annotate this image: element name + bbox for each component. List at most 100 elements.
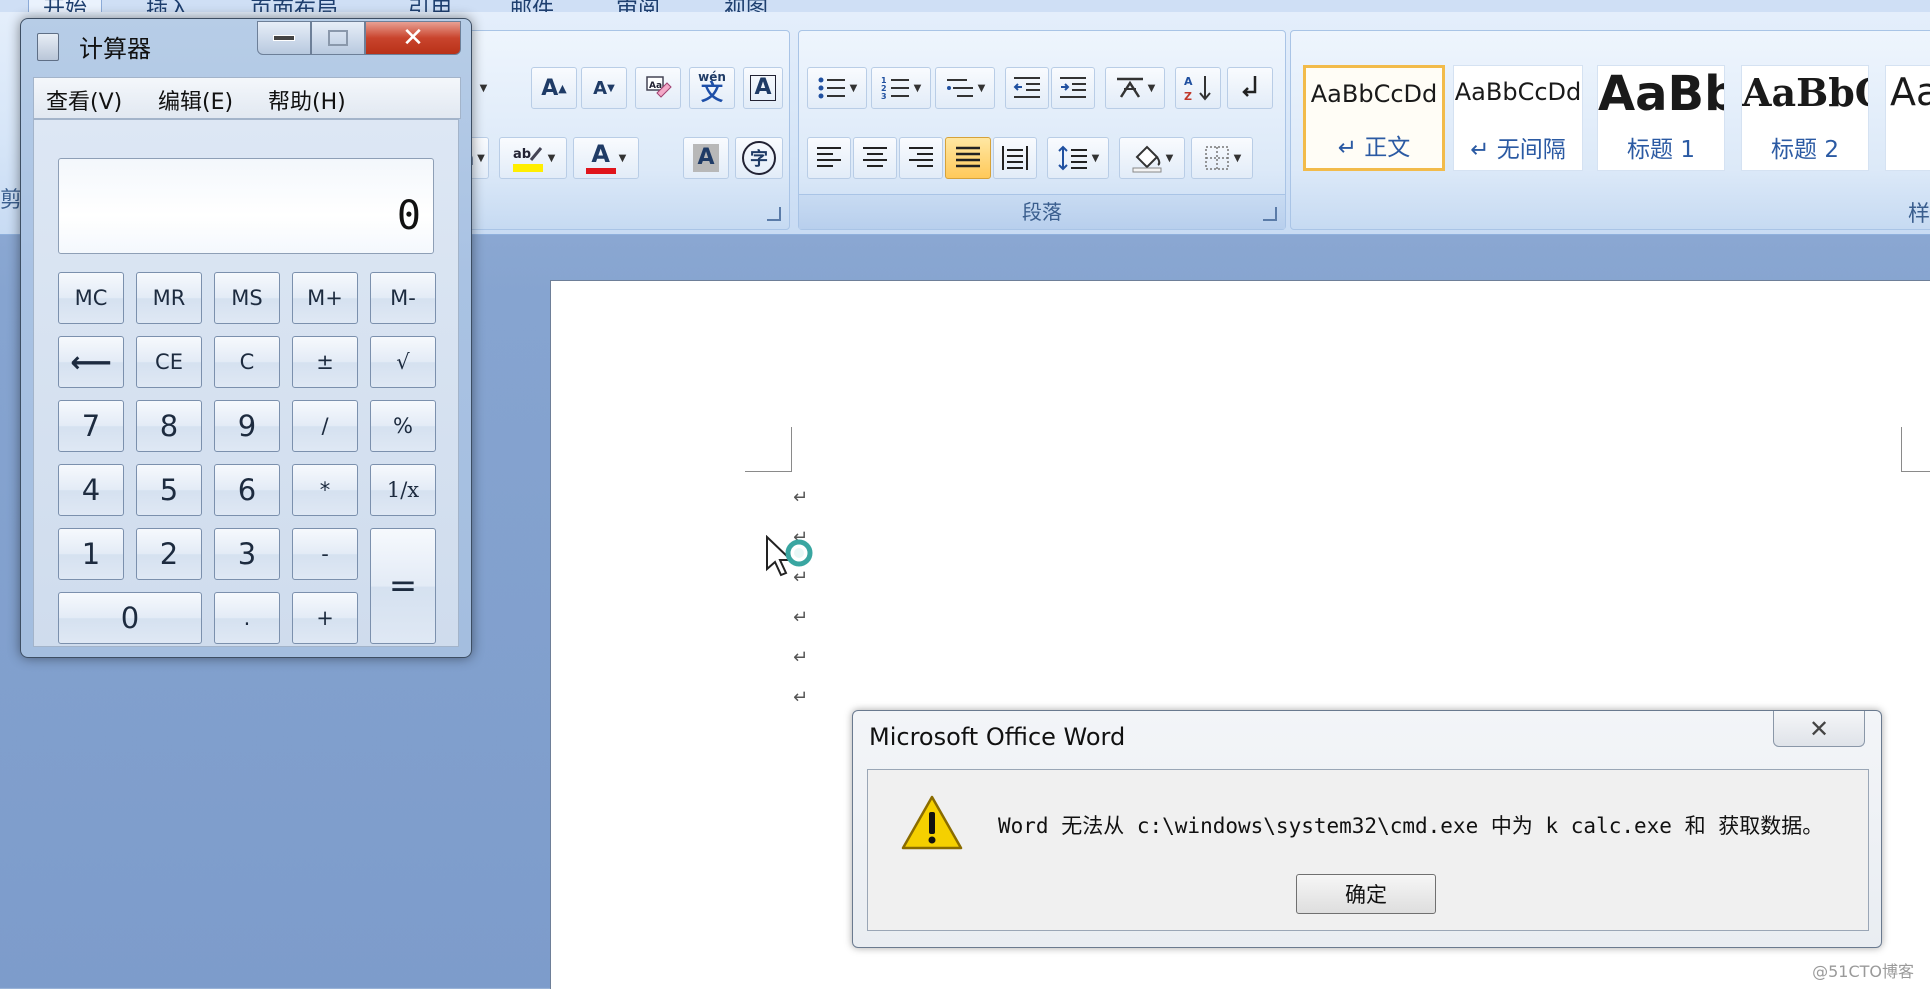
style-title[interactable]: Aa 标 xyxy=(1885,65,1930,171)
key-c[interactable]: C xyxy=(214,336,280,388)
key-ms[interactable]: MS xyxy=(214,272,280,324)
grow-font-button[interactable]: A ▲ xyxy=(531,67,577,109)
key-m-plus[interactable]: M+ xyxy=(292,272,358,324)
key-4[interactable]: 4 xyxy=(58,464,124,516)
key-percent[interactable]: % xyxy=(370,400,436,452)
minimize-button[interactable] xyxy=(257,21,311,55)
font-color-button[interactable]: A ▼ xyxy=(573,137,639,179)
key-multiply[interactable]: * xyxy=(292,464,358,516)
character-border-icon: A xyxy=(750,75,776,101)
style-normal-sample: AaBbCcDd xyxy=(1310,80,1438,108)
increase-indent-button[interactable] xyxy=(1051,67,1095,109)
menu-help[interactable]: 帮助(H) xyxy=(268,84,346,116)
paragraph-mark: ↵ xyxy=(793,487,809,508)
style-no-spacing-name: ↵ 无间隔 xyxy=(1470,137,1566,163)
phonetic-guide-button[interactable]: wén 文 xyxy=(689,67,735,109)
enclose-characters-button[interactable]: 字 xyxy=(735,137,783,179)
style-title-sample: Aa xyxy=(1890,70,1930,114)
paragraph-group: ▼ 1 2 3 ▼ ▼ ▼ AZ ▼ ▼ ▼ 段落 xyxy=(798,30,1286,230)
key-equals[interactable]: = xyxy=(370,528,436,644)
character-border-button[interactable]: A xyxy=(743,67,783,109)
key-9[interactable]: 9 xyxy=(214,400,280,452)
key-minus[interactable]: - xyxy=(292,528,358,580)
borders-button[interactable]: ▼ xyxy=(1191,137,1253,179)
key-decimal[interactable]: . xyxy=(214,592,280,644)
clear-formatting-button[interactable]: Aa xyxy=(635,67,681,109)
multilevel-list-button[interactable]: ▼ xyxy=(935,67,995,109)
line-spacing-button[interactable]: ▼ xyxy=(1047,137,1109,179)
shrink-font-button[interactable]: A ▼ xyxy=(581,67,627,109)
key-backspace[interactable]: ⟵ xyxy=(58,336,124,388)
dialog-close-button[interactable]: ✕ xyxy=(1773,711,1865,747)
key-6[interactable]: 6 xyxy=(214,464,280,516)
distributed-button[interactable] xyxy=(993,137,1037,179)
calculator-display: 0 xyxy=(58,158,434,254)
style-no-spacing-sample: AaBbCcDd xyxy=(1454,78,1582,106)
styles-group: AaBbCcDd ↵ 正文 AaBbCcDd ↵ 无间隔 AaBb 标题 1 A… xyxy=(1290,30,1930,230)
bullets-button[interactable]: ▼ xyxy=(807,67,867,109)
enclose-characters-icon: 字 xyxy=(742,141,776,175)
key-plus-minus[interactable]: ± xyxy=(292,336,358,388)
styles-group-label: 样 xyxy=(1907,202,1930,227)
key-plus[interactable]: + xyxy=(292,592,358,644)
key-2[interactable]: 2 xyxy=(136,528,202,580)
calculator-titlebar[interactable]: 计算器 ✕ xyxy=(21,19,471,69)
key-sqrt[interactable]: √ xyxy=(370,336,436,388)
bullet-list-icon xyxy=(818,77,845,99)
warning-icon xyxy=(901,795,963,850)
style-heading-2[interactable]: AaBbC 标题 2 xyxy=(1741,65,1869,171)
font-dialog-launcher[interactable] xyxy=(767,207,781,221)
key-m-minus[interactable]: M- xyxy=(370,272,436,324)
crop-mark-top-right xyxy=(1901,427,1930,472)
character-shading-icon: A xyxy=(693,144,719,172)
menu-edit[interactable]: 编辑(E) xyxy=(158,84,233,116)
dialog-body: Word 无法从 c:\windows\system32\cmd.exe 中为 … xyxy=(867,769,1869,931)
align-right-icon xyxy=(909,147,933,167)
key-5[interactable]: 5 xyxy=(136,464,202,516)
center-button[interactable] xyxy=(853,137,897,179)
key-reciprocal[interactable]: 1/x xyxy=(370,464,436,516)
close-button[interactable]: ✕ xyxy=(365,21,461,55)
busy-cursor-icon xyxy=(766,535,813,577)
character-shading-button[interactable]: A xyxy=(683,137,729,179)
key-8[interactable]: 8 xyxy=(136,400,202,452)
dialog-title: Microsoft Office Word xyxy=(869,723,1126,751)
borders-icon xyxy=(1204,146,1229,170)
paragraph-dialog-launcher[interactable] xyxy=(1263,207,1277,221)
maximize-button[interactable] xyxy=(311,21,365,55)
style-title-name: 标 xyxy=(1886,130,1930,164)
key-7[interactable]: 7 xyxy=(58,400,124,452)
style-heading-1-name: 标题 1 xyxy=(1627,137,1695,163)
justify-button[interactable] xyxy=(945,137,991,179)
ok-button[interactable]: 确定 xyxy=(1296,874,1436,914)
key-mr[interactable]: MR xyxy=(136,272,202,324)
key-ce[interactable]: CE xyxy=(136,336,202,388)
key-mc[interactable]: MC xyxy=(58,272,124,324)
close-icon: ✕ xyxy=(1808,714,1830,743)
shrink-font-icon: A xyxy=(593,77,608,99)
key-3[interactable]: 3 xyxy=(214,528,280,580)
chinese-layout-icon xyxy=(1116,77,1143,98)
numbering-button[interactable]: 1 2 3 ▼ xyxy=(871,67,931,109)
show-hide-marks-button[interactable] xyxy=(1227,67,1273,109)
shading-button[interactable]: ▼ xyxy=(1119,137,1185,179)
sort-button[interactable]: AZ xyxy=(1175,67,1221,109)
calculator-window[interactable]: 计算器 ✕ 查看(V) 编辑(E) 帮助(H) 0 MC MR MS M+ M-… xyxy=(20,18,472,658)
align-left-button[interactable] xyxy=(807,137,851,179)
key-divide[interactable]: / xyxy=(292,400,358,452)
sort-az-icon: AZ xyxy=(1184,75,1211,103)
chinese-layout-button[interactable]: ▼ xyxy=(1105,67,1165,109)
calculator-menubar: 查看(V) 编辑(E) 帮助(H) xyxy=(33,77,461,119)
style-normal[interactable]: AaBbCcDd ↵ 正文 xyxy=(1303,65,1445,171)
key-0[interactable]: 0 xyxy=(58,592,202,644)
svg-text:A: A xyxy=(1184,75,1193,88)
style-heading-1[interactable]: AaBb 标题 1 xyxy=(1597,65,1725,171)
error-dialog[interactable]: Microsoft Office Word ✕ Word 无法从 c:\wind… xyxy=(852,710,1882,948)
key-1[interactable]: 1 xyxy=(58,528,124,580)
style-no-spacing[interactable]: AaBbCcDd ↵ 无间隔 xyxy=(1453,65,1583,171)
menu-view[interactable]: 查看(V) xyxy=(46,84,122,116)
highlight-button[interactable]: ab ▼ xyxy=(499,137,567,179)
align-right-button[interactable] xyxy=(899,137,943,179)
decrease-indent-button[interactable] xyxy=(1005,67,1049,109)
font-group: ▼ A▲ A▼ Aa wén 文 A Aa▼ ab▼ A ▼ xyxy=(440,30,790,230)
